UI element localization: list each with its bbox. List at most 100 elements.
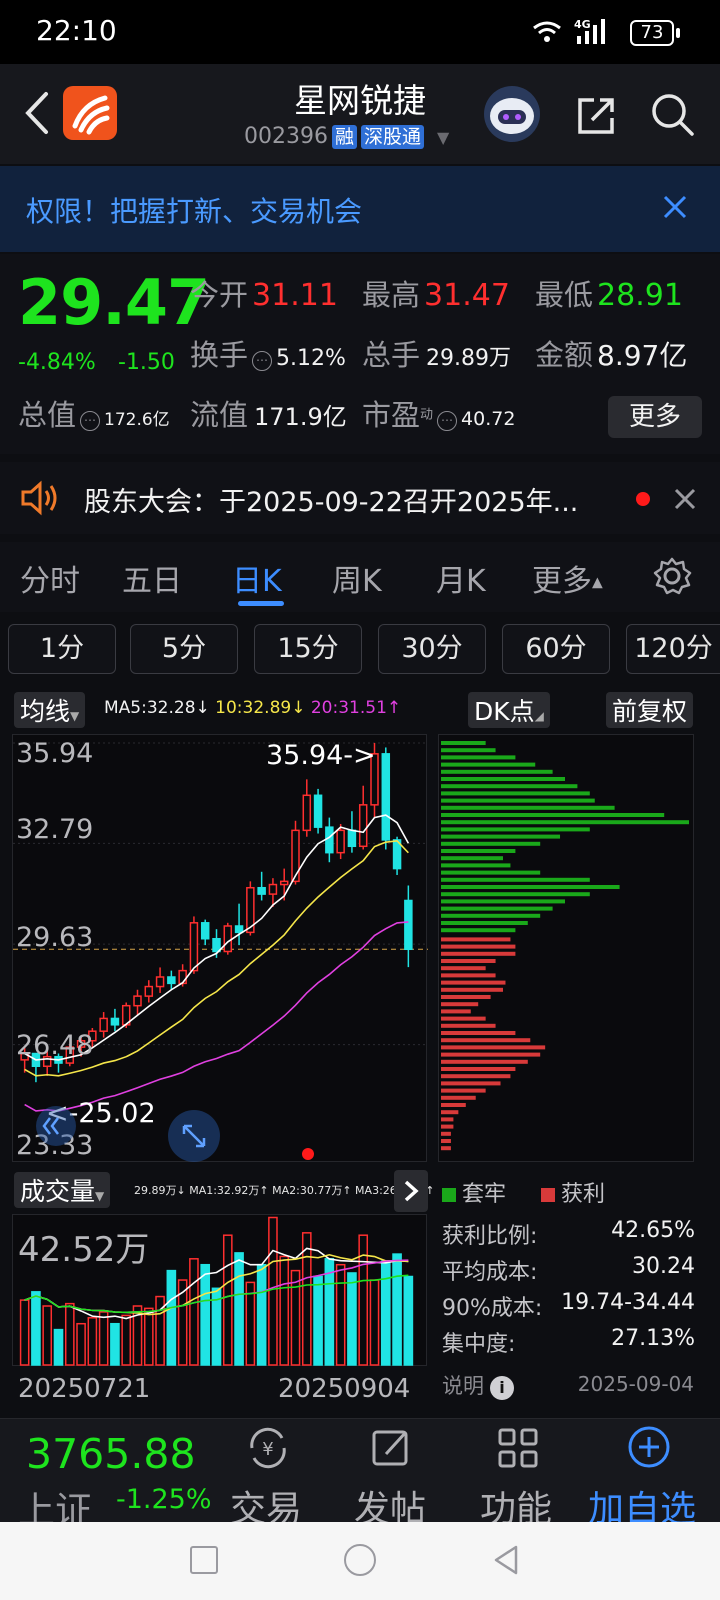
chip-bar-profit: [441, 973, 496, 978]
period-15min[interactable]: 15分: [254, 624, 362, 674]
chip-bar-profit: [441, 966, 486, 971]
gear-icon[interactable]: [652, 556, 692, 596]
chip-bar-trap: [441, 791, 590, 796]
stat-label: 平均成本:: [442, 1260, 538, 1285]
volume-bar: [121, 1314, 132, 1366]
robot-assistant-icon[interactable]: [484, 86, 540, 142]
volume-indicator-select[interactable]: 成交量▼: [14, 1172, 111, 1208]
search-icon[interactable]: [648, 90, 696, 138]
index-value[interactable]: 3765.88: [26, 1430, 196, 1478]
post-icon[interactable]: [370, 1426, 414, 1470]
info-icon[interactable]: ⋯: [252, 350, 273, 371]
main-indicator-select[interactable]: 均线▼: [14, 692, 86, 728]
add-circle-icon[interactable]: [626, 1424, 672, 1470]
chevron-right-icon[interactable]: [394, 1170, 428, 1212]
unread-dot: [636, 492, 650, 506]
period-60min[interactable]: 60分: [502, 624, 610, 674]
tab-intraday[interactable]: 分时: [20, 556, 80, 600]
down-arrow-icon: ↓: [195, 698, 210, 718]
high-field: 最高 31.47: [362, 272, 510, 314]
chip-bar-profit: [441, 1103, 466, 1107]
open-field: 今开 31.11: [190, 272, 338, 314]
stat-value: 30.24: [632, 1254, 695, 1279]
chip-bar-trap: [441, 928, 516, 933]
volume-bar: [301, 1232, 312, 1366]
volume-bar: [324, 1258, 335, 1366]
chip-bar-trap: [441, 906, 553, 911]
candle-body: [279, 880, 289, 886]
chip-bar-trap: [441, 856, 503, 861]
adjust-select[interactable]: 前复权: [606, 692, 694, 728]
main-indicator-label: 均线: [20, 697, 71, 726]
volume-bar: [222, 1234, 233, 1366]
chip-bar-profit: [441, 1095, 476, 1100]
volume-bar: [245, 1281, 256, 1366]
y-axis-tick: 29.63: [16, 922, 94, 953]
back-nav-icon[interactable]: [492, 1544, 520, 1576]
chip-bar-trap: [441, 805, 615, 810]
volume-bar: [256, 1263, 267, 1366]
chip-bar-trap: [441, 820, 689, 825]
wifi-icon: [533, 21, 561, 42]
grid-icon[interactable]: [496, 1426, 540, 1470]
event-dot[interactable]: [302, 1148, 314, 1160]
volume-bar: [42, 1305, 53, 1366]
recent-apps-icon[interactable]: [190, 1546, 218, 1574]
chip-bar-trap: [441, 798, 595, 803]
trade-icon[interactable]: ¥: [244, 1426, 292, 1470]
scroll-left-icon[interactable]: [36, 1106, 76, 1146]
candle-body: [144, 985, 154, 997]
period-5min[interactable]: 5分: [130, 624, 238, 674]
candle-body: [200, 922, 210, 940]
info-icon[interactable]: ⋯: [80, 410, 101, 431]
tab-more[interactable]: 更多▲: [532, 556, 603, 600]
candle-body: [223, 925, 233, 953]
dk-point-select[interactable]: DK点◢: [468, 692, 550, 728]
pe-value: 40.72: [461, 408, 516, 430]
tab-more-label: 更多: [532, 564, 592, 599]
chip-bar-profit: [441, 1146, 451, 1151]
back-icon[interactable]: [18, 88, 58, 138]
corner-caret-icon: ◢: [534, 709, 544, 723]
volume-bar: [313, 1275, 323, 1366]
notice-text: 股东大会：于2025-09-22召开2025年...: [84, 487, 579, 518]
volume-bar: [268, 1216, 278, 1366]
note-link[interactable]: 说明 i: [442, 1370, 514, 1400]
speaker-icon: [21, 480, 57, 516]
chip-bar-profit: [441, 944, 516, 949]
tab-five-day[interactable]: 五日: [122, 556, 182, 600]
chip-bar-profit: [441, 980, 506, 985]
close-icon[interactable]: [670, 484, 700, 514]
mcap-label: 总值: [18, 398, 77, 432]
turnover-field: 换手 ⋯ 5.12%: [190, 332, 346, 374]
volume-bar: [64, 1302, 75, 1366]
chip-date: 2025-09-04: [577, 1372, 694, 1396]
volume-bar: [53, 1328, 64, 1366]
volume-bar: [234, 1252, 244, 1366]
stock-code-row[interactable]: 002396 融深股通 ▼: [244, 124, 449, 149]
more-button[interactable]: 更多: [608, 396, 702, 438]
home-icon[interactable]: [344, 1544, 376, 1576]
low-field: 最低 28.91: [535, 272, 683, 314]
chip-distribution-chart[interactable]: [438, 734, 694, 1162]
volume-bar: [166, 1269, 177, 1366]
tab-daily-k[interactable]: 日K: [232, 556, 282, 600]
info-icon[interactable]: ⋯: [437, 410, 458, 431]
low-label: 最低: [535, 278, 594, 312]
high-value: 31.47: [424, 278, 510, 313]
chip-legend: 套牢 获利: [442, 1176, 605, 1208]
expand-icon[interactable]: [168, 1110, 220, 1162]
float-field: 流值 171.9亿: [190, 392, 347, 434]
candle-body: [381, 753, 391, 841]
close-icon[interactable]: [660, 192, 690, 222]
period-1min[interactable]: 1分: [8, 624, 116, 674]
volume-bar: [143, 1307, 154, 1366]
period-120min[interactable]: 120分: [626, 624, 720, 674]
chip-bar-trap: [441, 863, 511, 868]
tab-monthly-k[interactable]: 月K: [436, 556, 486, 600]
period-30min[interactable]: 30分: [378, 624, 486, 674]
tab-weekly-k[interactable]: 周K: [332, 556, 382, 600]
connect-badge: 深股通: [361, 125, 425, 149]
share-icon[interactable]: [572, 92, 620, 140]
chip-bar-trap: [441, 813, 665, 817]
